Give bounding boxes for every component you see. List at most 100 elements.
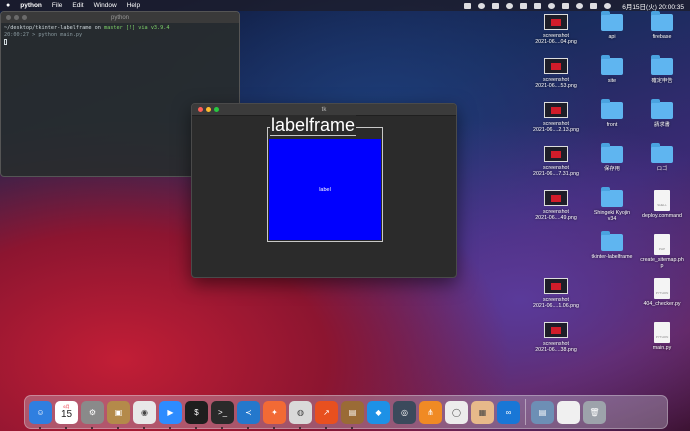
menu-window[interactable]: Window <box>94 2 117 9</box>
folder-icon <box>651 11 673 31</box>
folder-icon <box>601 231 623 251</box>
icon-label-line2: 2021-06....38.png <box>535 347 577 354</box>
icon-label: front <box>606 122 618 128</box>
git-client-icon[interactable]: ◎ <box>393 400 416 424</box>
control-center-icon[interactable] <box>590 2 598 9</box>
desktop-file[interactable]: PYTHON 404_checker.py <box>634 278 690 307</box>
desktop-folder[interactable]: front <box>584 99 640 128</box>
docker-icon[interactable]: ◆ <box>367 400 390 424</box>
terminal-icon[interactable]: $ <box>185 400 208 429</box>
prompt-branch: master [!] via <box>103 25 151 31</box>
document-icon: PYTHON <box>654 278 670 299</box>
safari-icon[interactable]: ✦ <box>263 400 286 429</box>
trash-icon[interactable]: 🗑 <box>583 400 606 424</box>
terminal-titlebar[interactable]: python <box>1 12 239 23</box>
running-indicator <box>65 426 67 429</box>
finder-icon[interactable]: ☺ <box>29 400 52 429</box>
desktop-folder[interactable]: ロゴ <box>634 143 690 172</box>
app-status-icon[interactable] <box>478 2 486 9</box>
chrome-icon[interactable]: ◉ <box>133 400 156 429</box>
desktop-folder[interactable]: Shingeki Kyojin v34 <box>584 187 640 223</box>
siri-icon[interactable] <box>604 2 612 9</box>
desktop-folder[interactable]: tkinter-labelframe <box>584 231 640 260</box>
file-type-tag: PHP <box>658 246 666 251</box>
wifi-icon[interactable] <box>548 2 556 9</box>
zoom-icon[interactable]: ▶ <box>159 400 182 429</box>
tk-window[interactable]: tk labelframe label <box>191 103 457 278</box>
desktop-screenshot[interactable]: screenshot 2021-06....04.png <box>528 14 584 46</box>
icon-label: 請求書 <box>654 122 670 128</box>
sourcetree-icon[interactable]: ⋔ <box>419 400 442 424</box>
file-type-tag: PYTHON <box>655 290 669 295</box>
desktop-screenshot[interactable]: screenshot 2021-06....53.png <box>528 58 584 90</box>
running-indicator <box>221 426 223 429</box>
menu-clock[interactable]: 6月15日(火) 20:00:35 <box>622 1 684 11</box>
desktop-folder[interactable]: 確定申告 <box>634 55 690 84</box>
desktop-screenshot[interactable]: screenshot 2021-06....38.png <box>528 322 584 354</box>
desktop-file[interactable]: PYTHON main.py <box>634 322 690 351</box>
system-preferences-icon[interactable]: ⚙ <box>81 400 104 429</box>
icon-label: ロゴ <box>656 166 668 172</box>
prompt-path: ~/desktop/tkinter-labelframe on <box>4 25 104 31</box>
screenshot-thumbnail-icon <box>544 278 568 294</box>
menu-help[interactable]: Help <box>127 2 140 9</box>
zoom-button[interactable] <box>214 107 219 112</box>
desktop-screenshot[interactable]: screenshot 2021-06....1.06.png <box>528 278 584 310</box>
screenshots-folder-icon[interactable]: ▤ <box>531 400 554 424</box>
menu-edit[interactable]: Edit <box>72 2 83 9</box>
running-indicator <box>91 426 93 429</box>
terminal-2-icon[interactable]: >_ <box>211 400 234 429</box>
bluetooth-icon[interactable] <box>562 2 570 9</box>
desktop-file[interactable]: SHELL deploy.command <box>634 190 690 219</box>
tk-window-controls <box>198 107 219 112</box>
app-glyph: ≺ <box>245 407 252 417</box>
desktop-screenshot[interactable]: screenshot 2021-06....49.png <box>528 190 584 222</box>
tk-title: tk <box>321 106 327 113</box>
minimize-button[interactable] <box>14 15 19 20</box>
app-glyph: ▦ <box>478 407 487 417</box>
network-icon[interactable]: ◯ <box>445 400 468 424</box>
menu-bar: ● python File Edit Window Help 6月15日(火) … <box>0 0 690 11</box>
activity-icon[interactable]: ↗ <box>315 400 338 429</box>
contacts-icon[interactable]: ▣ <box>107 400 130 429</box>
close-button[interactable] <box>198 107 203 112</box>
running-indicator <box>351 426 353 429</box>
terminal-output[interactable]: ~/desktop/tkinter-labelframe on master [… <box>1 23 239 49</box>
app-glyph: ↗ <box>323 407 330 417</box>
calendar-icon[interactable]: 6月 15 <box>55 400 78 429</box>
vscode-icon[interactable]: ≺ <box>237 400 260 429</box>
box-status-icon[interactable] <box>492 2 500 9</box>
menu-app-python[interactable]: python <box>20 2 42 9</box>
running-indicator <box>273 426 275 429</box>
desktop-file[interactable]: PHP create_sitemap.ph p <box>634 234 690 270</box>
app-glyph: ▤ <box>348 407 357 417</box>
terminal-line: ~/desktop/tkinter-labelframe on master [… <box>4 25 236 32</box>
search-icon[interactable] <box>576 2 584 9</box>
app-glyph: $ <box>194 407 199 417</box>
sequel-pro-icon[interactable]: ◍ <box>289 400 312 429</box>
apple-menu-icon[interactable]: ● <box>6 2 10 9</box>
documents-stack-icon[interactable] <box>557 400 580 424</box>
desktop-folder[interactable]: api <box>584 11 640 40</box>
desktop-folder[interactable]: 保存用 <box>584 143 640 172</box>
dropbox-icon[interactable] <box>506 2 514 9</box>
desktop-screenshot[interactable]: screenshot 2021-06....7.31.png <box>528 146 584 178</box>
cloud-icon[interactable] <box>520 2 528 9</box>
infinity-icon[interactable]: ∞ <box>497 400 520 424</box>
app-glyph: ▤ <box>538 407 547 417</box>
icon-label: deploy.command <box>642 213 682 219</box>
gauge-icon[interactable] <box>534 2 542 9</box>
minimize-button[interactable] <box>206 107 211 112</box>
zoom-button[interactable] <box>22 15 27 20</box>
desktop-screenshot[interactable]: screenshot 2021-06....2.13.png <box>528 102 584 134</box>
desktop-folder[interactable]: firebase <box>634 11 690 40</box>
keka-icon[interactable]: ▤ <box>341 400 364 429</box>
running-indicator <box>247 426 249 429</box>
close-button[interactable] <box>6 15 11 20</box>
display-status-icon[interactable] <box>464 2 472 9</box>
preview-icon[interactable]: ▦ <box>471 400 494 424</box>
desktop-folder[interactable]: site <box>584 55 640 84</box>
document-icon: PYTHON <box>654 322 670 343</box>
menu-file[interactable]: File <box>52 2 62 9</box>
desktop-folder[interactable]: 請求書 <box>634 99 690 128</box>
